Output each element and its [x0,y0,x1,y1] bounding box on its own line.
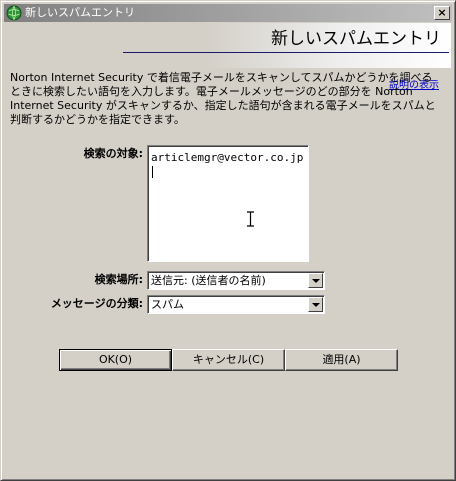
dialog-window: 新しいスパムエントリ × 新しいスパムエントリ 説明の表示 Norton Int… [0,0,456,481]
text-caret [152,166,153,178]
chevron-down-icon[interactable] [308,273,323,288]
description-line: Internet Security がスキャンするか、指定した語句が含まれる電子… [10,99,436,112]
search-location-select[interactable]: 送信元: (送信者の名前) [147,271,325,290]
cancel-button[interactable]: キャンセル(C) [172,349,285,371]
search-target-value: articlemgr@vector.co.jp [151,151,304,164]
ok-button[interactable]: OK(O) [59,349,172,371]
apply-button[interactable]: 適用(A) [285,349,398,371]
title-divider [123,52,449,53]
category-label: メッセージの分類: [50,297,143,310]
title-bar[interactable]: 新しいスパムエントリ × [4,4,452,22]
window-title: 新しいスパムエントリ [25,6,135,19]
ibeam-cursor-icon [246,211,255,230]
description-text: Norton Internet Security で着信電子メールをスキャンして… [10,71,450,127]
category-select[interactable]: スパム [147,295,325,314]
search-location-value: 送信元: (送信者の名前) [151,274,266,287]
close-icon[interactable]: × [434,6,450,20]
description-line: Norton Internet Security で着信電子メールをスキャンして… [10,71,433,84]
description-line: ときに検索したい語句を入力します。電子メールメッセージのどの部分を Norton [10,85,413,98]
search-target-textarea[interactable]: articlemgr@vector.co.jp [147,145,309,262]
norton-globe-icon [6,5,22,21]
description-line: 判断するかどうかを指定できます。 [10,113,185,126]
search-location-label: 検索場所: [94,273,143,286]
chevron-down-icon[interactable] [308,297,323,312]
category-value: スパム [151,298,184,311]
page-title: 新しいスパムエントリ [271,29,441,49]
search-target-label: 検索の対象: [83,147,143,160]
header-banner: 新しいスパムエントリ 説明の表示 [5,23,451,91]
